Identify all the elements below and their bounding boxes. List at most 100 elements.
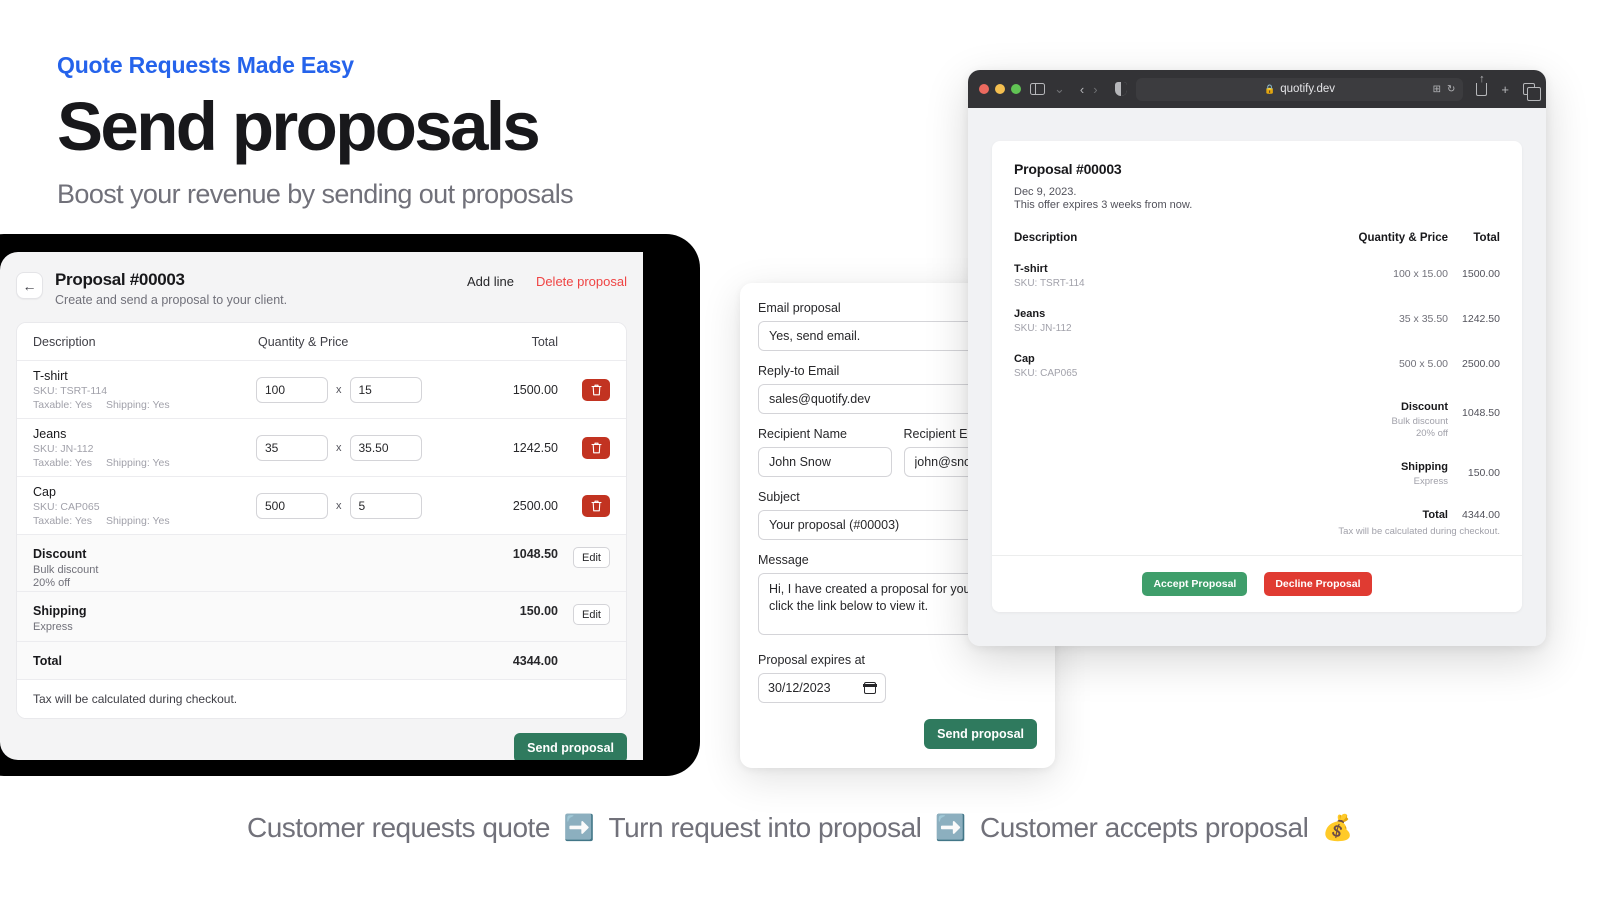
preview-date: Dec 9, 2023. (1014, 186, 1077, 198)
recipient-name-label: Recipient Name (758, 427, 847, 441)
item-name: Cap (33, 484, 56, 499)
email-proposal-value: Yes, send email. (769, 329, 861, 343)
delete-line-button[interactable] (582, 494, 610, 517)
shipping-amount: 150.00 (519, 604, 558, 618)
preview-discount-percent: 20% off (1415, 428, 1448, 439)
caption-step-2: Turn request into proposal (608, 812, 922, 843)
proposal-editor-header: ← Proposal #00003 Create and send a prop… (16, 270, 627, 307)
chevron-left-icon[interactable]: ‹ (1080, 82, 1084, 97)
preview-item-qty-price: 100 x 15.00 (1393, 268, 1448, 280)
item-shipping: Shipping: Yes (105, 514, 170, 527)
preview-item-qty-price: 35 x 35.50 (1398, 313, 1448, 325)
tab-overview-icon[interactable] (1523, 83, 1541, 101)
preview-shipping-row: Shipping Express 150.00 (1014, 461, 1500, 487)
preview-total-label: Total (1422, 509, 1448, 521)
table-row: Jeans SKU: JN-112 Taxable: Yes Shipping:… (17, 419, 626, 477)
preview-shipping-method: Express (1413, 476, 1448, 487)
preview-item-name: Jeans (1014, 308, 1046, 320)
column-header-quantity-price: Quantity & Price (258, 334, 349, 349)
preview-tax-note: Tax will be calculated during checkout. (1338, 526, 1500, 537)
reload-icon[interactable]: ↻ (1447, 84, 1455, 95)
calendar-icon (863, 682, 877, 694)
item-taxable: Taxable: Yes (33, 456, 92, 469)
price-input[interactable] (349, 492, 422, 519)
price-input[interactable] (349, 434, 422, 461)
url-text: quotify.dev (1280, 83, 1335, 95)
preview-actions: Accept Proposal Decline Proposal (992, 555, 1522, 612)
decline-proposal-button[interactable]: Decline Proposal (1264, 572, 1372, 596)
preview-title: Proposal #00003 (1014, 161, 1122, 177)
recipient-name-input[interactable] (758, 447, 892, 477)
proposal-description: Create and send a proposal to your clien… (55, 293, 288, 307)
arrow-right-icon: ➡️ (563, 813, 595, 842)
address-bar[interactable]: 🔒 quotify.dev ⊞ ↻ (1135, 77, 1464, 101)
total-row: Total 4344.00 (17, 642, 626, 680)
hero-subtitle: Boost your revenue by sending out propos… (57, 178, 574, 209)
caption-step-1: Customer requests quote (247, 812, 550, 843)
tax-note: Tax will be calculated during checkout. (33, 692, 238, 706)
proposal-title: Proposal #00003 (55, 270, 185, 289)
workflow-caption: Customer requests quote ➡️ Turn request … (0, 812, 1600, 844)
table-row: Cap SKU: CAP065 Taxable: Yes Shipping: Y… (17, 477, 626, 535)
shipping-row: Shipping Express 150.00 Edit (17, 592, 626, 642)
device-frame: ← Proposal #00003 Create and send a prop… (0, 234, 700, 776)
column-header-total: Total (531, 334, 558, 349)
shipping-method: Express (33, 621, 73, 633)
hero-section: Quote Requests Made Easy Send proposals … (57, 52, 817, 210)
tax-note-row: Tax will be calculated during checkout. (17, 680, 626, 718)
line-items-card: Description Quantity & Price Total T-shi… (16, 322, 627, 719)
delete-proposal-button[interactable]: Delete proposal (536, 274, 627, 289)
item-taxable: Taxable: Yes (33, 398, 92, 411)
item-total: 2500.00 (512, 498, 558, 513)
discount-row: Discount Bulk discount 20% off 1048.50 E… (17, 535, 626, 592)
send-proposal-button[interactable]: Send proposal (514, 733, 627, 760)
quantity-input[interactable] (256, 376, 328, 403)
add-line-button[interactable]: Add line (467, 274, 514, 289)
trash-icon (590, 384, 602, 395)
maximize-window-button[interactable] (1011, 84, 1021, 94)
item-sku: SKU: JN-112 (33, 442, 94, 455)
accept-proposal-button[interactable]: Accept Proposal (1142, 572, 1248, 596)
preview-item-name: Cap (1014, 353, 1035, 365)
preview-item-qty-price: 500 x 5.00 (1398, 358, 1448, 370)
multiply-symbol: x (336, 383, 342, 396)
minimize-window-button[interactable] (995, 84, 1005, 94)
back-button[interactable]: ← (16, 272, 43, 299)
form-send-proposal-button[interactable]: Send proposal (924, 719, 1037, 749)
delete-line-button[interactable] (582, 436, 610, 459)
delete-line-button[interactable] (582, 378, 610, 401)
share-icon[interactable] (1476, 74, 1488, 96)
close-window-button[interactable] (979, 84, 989, 94)
edit-shipping-button[interactable]: Edit (573, 604, 610, 625)
item-name: Jeans (33, 426, 67, 441)
preview-item-name: T-shirt (1014, 263, 1048, 275)
item-sku: SKU: CAP065 (33, 500, 100, 513)
expires-date-input[interactable]: 30/12/2023 (758, 673, 886, 703)
chevron-right-icon[interactable]: › (1093, 82, 1097, 97)
total-label: Total (33, 653, 62, 668)
price-input[interactable] (349, 376, 422, 403)
preview-discount-amount: 1048.50 (1462, 407, 1500, 419)
extensions-icon[interactable]: ⊞ (1433, 84, 1441, 95)
discount-note: Bulk discount (33, 564, 99, 576)
sidebar-icon[interactable] (1030, 82, 1045, 96)
window-controls[interactable] (979, 84, 1021, 94)
chevron-down-icon[interactable]: ⌄ (1054, 81, 1065, 97)
edit-discount-button[interactable]: Edit (573, 547, 610, 568)
proposal-preview-card: Proposal #00003 Dec 9, 2023. This offer … (992, 141, 1522, 612)
arrow-left-icon: ← (22, 277, 37, 294)
preview-table-row: Jeans SKU: JN-112 35 x 35.50 1242.50 (1014, 308, 1500, 334)
quantity-input[interactable] (256, 434, 328, 461)
plus-icon[interactable]: + (1501, 82, 1509, 97)
browser-chrome: ⌄ ‹ › 🔒 quotify.dev ⊞ ↻ + (968, 70, 1546, 108)
item-sku: SKU: TSRT-114 (33, 384, 108, 397)
quantity-input[interactable] (256, 492, 328, 519)
discount-label: Discount (33, 547, 87, 561)
table-row: T-shirt SKU: TSRT-114 Taxable: Yes Shipp… (17, 361, 626, 419)
browser-viewport: Proposal #00003 Dec 9, 2023. This offer … (968, 108, 1546, 646)
preview-total-row: Total 4344.00 (1014, 509, 1500, 521)
preview-item-sku: SKU: TSRT-114 (1014, 278, 1085, 289)
item-name: T-shirt (33, 368, 68, 383)
privacy-shield-icon[interactable] (1114, 82, 1127, 96)
lock-icon: 🔒 (1264, 83, 1276, 94)
